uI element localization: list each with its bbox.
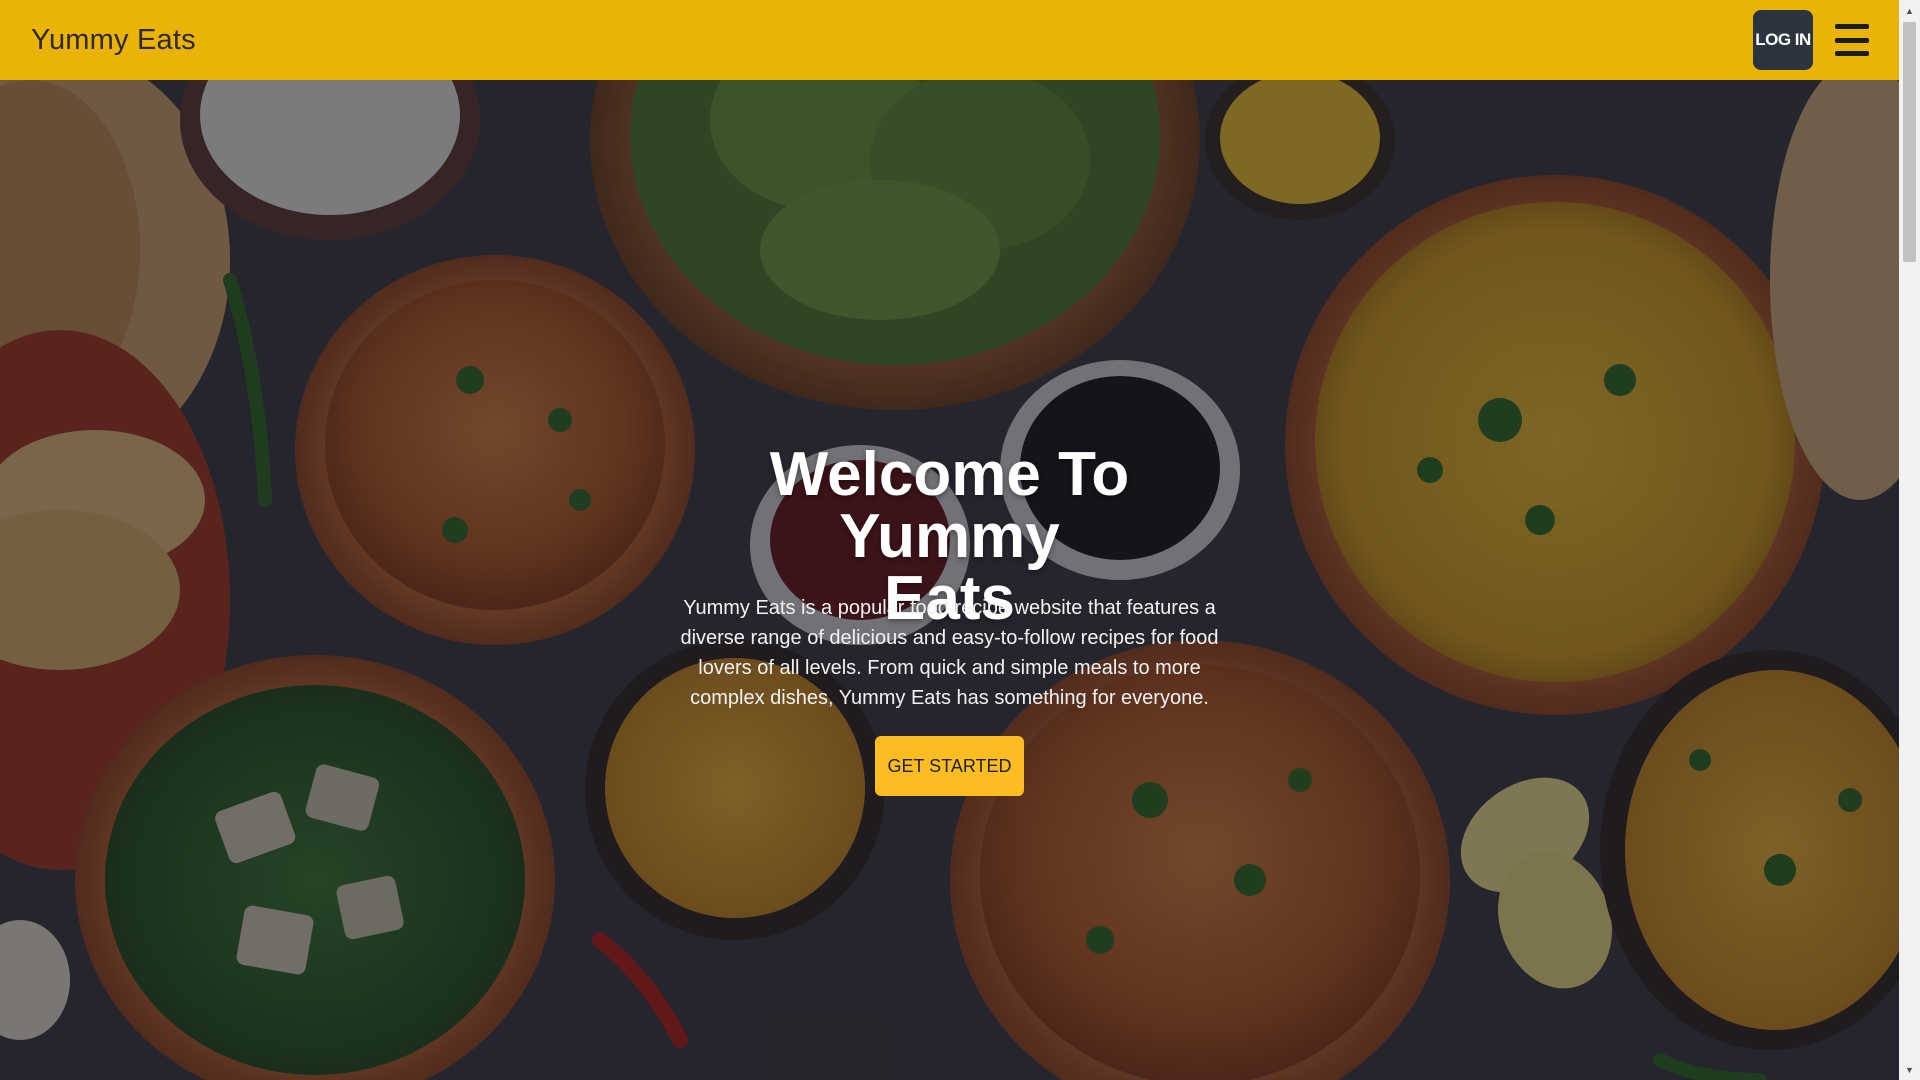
page-scrollbar[interactable]: ▲ ▼ <box>1899 0 1920 1080</box>
brand-logo-text[interactable]: Yummy Eats <box>31 24 196 57</box>
top-navbar: Yummy Eats LOG IN <box>0 0 1899 80</box>
navbar-actions: LOG IN <box>1753 10 1869 70</box>
hero-description: Yummy Eats is a popular food recipe webs… <box>680 597 1219 709</box>
scroll-down-arrow-icon[interactable]: ▼ <box>1899 1061 1920 1078</box>
hero-section: Welcome To Yummy Eats Yummy Eats is a po… <box>0 80 1899 1080</box>
hamburger-menu-icon[interactable] <box>1835 24 1869 56</box>
get-started-button[interactable]: GET STARTED <box>875 736 1024 796</box>
hamburger-bar <box>1835 51 1869 56</box>
hamburger-bar <box>1835 24 1869 29</box>
scroll-up-arrow-icon[interactable]: ▲ <box>1899 2 1920 19</box>
login-button[interactable]: LOG IN <box>1753 10 1813 70</box>
scrollbar-thumb[interactable] <box>1903 22 1916 262</box>
hamburger-bar <box>1835 37 1869 43</box>
